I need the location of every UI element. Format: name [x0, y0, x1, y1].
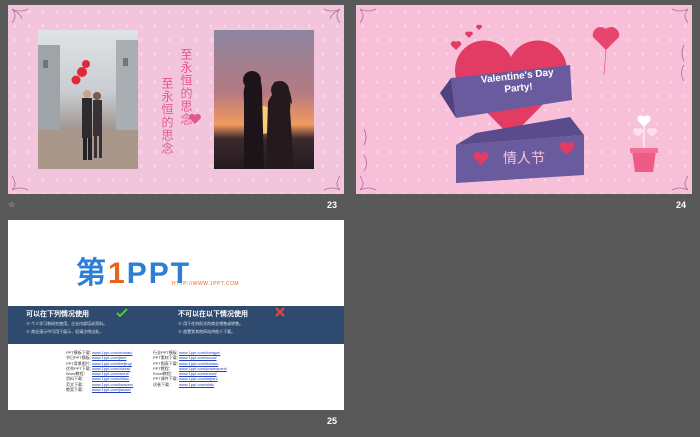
disallowed-heading: 不可以在以下情况使用	[178, 311, 248, 318]
resource-link[interactable]: www.1ppt.com/ziliao/	[92, 376, 129, 381]
slide-number-24: 24	[676, 200, 687, 210]
resource-link[interactable]: www.1ppt.com/sucai/	[179, 355, 217, 360]
resource-link[interactable]: www.1ppt.com/kejian/	[179, 376, 218, 381]
resource-link[interactable]: www.1ppt.com/tubiao/	[179, 361, 218, 366]
slide-23-animation-star[interactable]: ☆	[8, 200, 15, 209]
heart-balloons	[592, 27, 620, 76]
couple-photo-sunset	[214, 30, 314, 169]
slide-number-23: 23	[327, 200, 338, 210]
slide-number-25: 25	[327, 416, 338, 426]
usage-terms-bar: 可以在下列情况使用 不可以在以下情况使用 ※ 个人学习和研究使用，企业内部培训资…	[8, 306, 344, 344]
couple-photo-street	[38, 30, 138, 169]
allowed-heading: 可以在下列情况使用	[26, 311, 89, 318]
slide-thumbnail-25[interactable]: 第1PPT HTTP://WWW.1PPT.COM 可以在下列情况使用 不可以在…	[8, 220, 344, 410]
vertical-title-2: 至永恒的思念	[160, 77, 174, 155]
slide-thumbnail-23[interactable]: 至永恒的思念 至永恒的思念	[8, 5, 344, 194]
link-row: 教案下载： www.1ppt.com/jiaoan/	[66, 387, 131, 393]
small-heart-icon	[465, 31, 473, 38]
disallowed-line: ※ 放置到其他网站供他人下载。	[178, 329, 236, 334]
slide-thumbnail-24[interactable]: Valentine's Day Party! 情人节	[356, 5, 692, 194]
resource-link[interactable]: www.1ppt.com/beijing/	[92, 361, 132, 366]
heart-icon	[189, 113, 201, 124]
resource-link[interactable]: www.1ppt.com/shiti/	[179, 382, 214, 387]
couple-street-illustration	[38, 40, 138, 169]
allowed-line: ※ 个人学习和研究使用，企业内部培训资料。	[26, 321, 108, 326]
subtitle-text: 情人节	[503, 151, 545, 167]
link-row: 试卷下载： www.1ppt.com/shiti/	[153, 381, 215, 387]
small-heart-icon	[475, 24, 483, 30]
small-heart-icon	[450, 41, 462, 50]
allowed-line: ※ 商业演示中可用于展示，但请注明出处。	[26, 329, 104, 334]
resource-links-right: 行业PPT模板：www.1ppt.com/hangye/ PPT素材下载：www…	[153, 350, 227, 387]
check-icon	[116, 308, 128, 317]
flower-pot	[630, 115, 658, 172]
cross-icon	[275, 307, 285, 317]
resource-link[interactable]: www.1ppt.com/jieri/	[92, 355, 126, 360]
disallowed-line: ※ 用于任何形式的商业销售或转售。	[178, 321, 244, 326]
logo-url: HTTP://WWW.1PPT.COM	[172, 281, 239, 287]
sunset-silhouette-illustration	[243, 71, 294, 169]
resource-links-left: PPT模板下载：www.1ppt.com/moban/ 节日PPT模板：www.…	[66, 350, 133, 392]
resource-link[interactable]: www.1ppt.com/jiaoan/	[92, 387, 131, 392]
